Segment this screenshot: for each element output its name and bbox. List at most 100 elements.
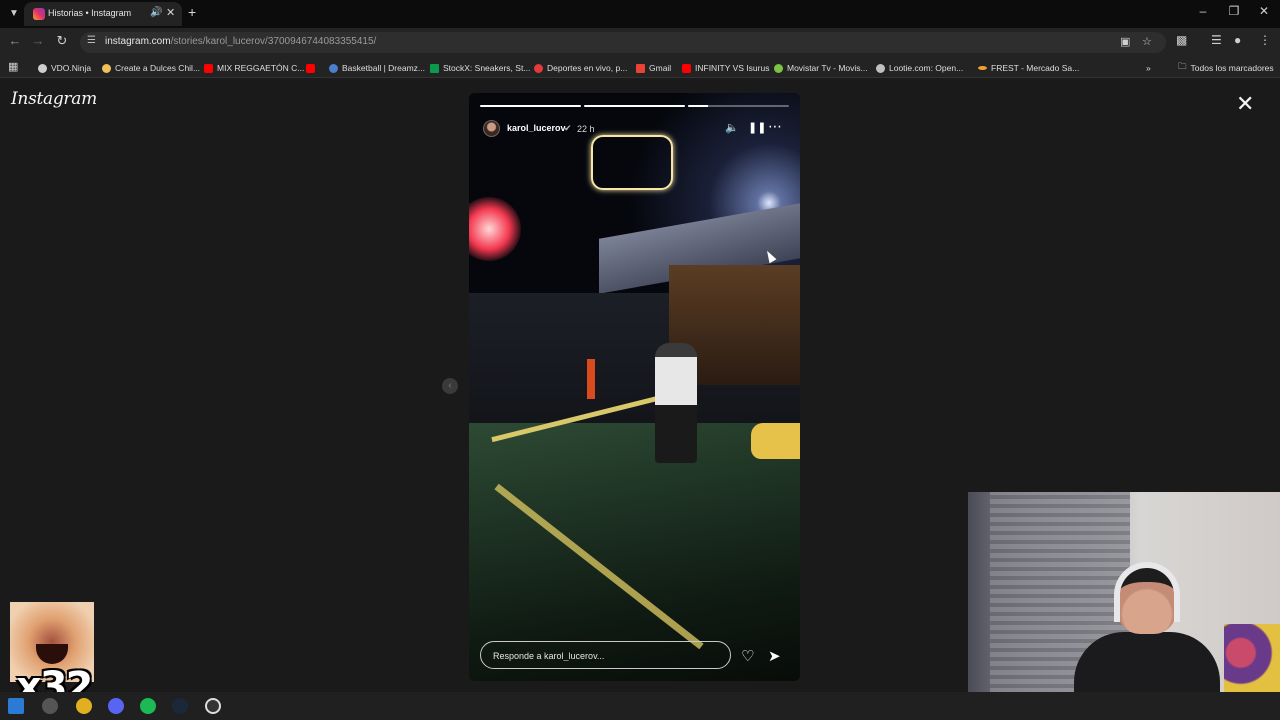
bookmark-infinity-isurus[interactable]: INFINITY VS Isurus — [682, 61, 769, 75]
browser-menu-icon[interactable]: ⋮ — [1259, 33, 1271, 47]
headset-icon — [1114, 562, 1180, 622]
bookmark-gmail[interactable]: Gmail — [636, 61, 671, 75]
gmail-icon — [636, 63, 645, 73]
bookmark-stockx[interactable]: StockX: Sneakers, St... — [430, 61, 530, 75]
extensions-puzzle-icon[interactable]: ▩ — [1176, 33, 1187, 47]
bookmark-label: StockX: Sneakers, St... — [443, 63, 531, 73]
media-controls-icon[interactable]: ☰ — [1211, 33, 1222, 47]
taskbar-app-icon[interactable] — [42, 698, 58, 714]
url-path: /stories/karol_lucerov/37009467440833554… — [170, 36, 377, 47]
bookmark-youtube[interactable] — [306, 61, 319, 75]
bookmark-frest[interactable]: FREST - Mercado Sa... — [978, 61, 1079, 75]
amazon-icon — [978, 66, 987, 70]
apps-grid-icon[interactable]: ▦ — [8, 60, 18, 73]
instagram-favicon-icon — [33, 8, 45, 20]
taskbar — [0, 692, 1280, 720]
story-username[interactable]: karol_lucerov — [507, 123, 566, 133]
bookmarks-bar: ▦ VDO.Ninja Create a Dulces Chil... MIX … — [0, 56, 1280, 78]
youtube-icon — [682, 63, 691, 73]
close-story-icon[interactable]: ✕ — [1236, 93, 1254, 115]
youtube-icon — [306, 63, 315, 73]
windows-start-icon[interactable] — [8, 698, 24, 714]
pause-icon[interactable]: ❚❚ — [748, 121, 766, 134]
forward-arrow-icon[interactable]: → — [29, 33, 47, 48]
bookmark-deportes[interactable]: Deportes en vivo, p... — [534, 61, 627, 75]
install-app-icon[interactable]: ▣ — [1120, 35, 1130, 48]
bookmark-label: MIX REGGAETÓN C... — [217, 63, 305, 73]
more-options-icon[interactable]: ⋯ — [768, 118, 782, 135]
all-bookmarks-folder[interactable]: 🗀 Todos los marcadores — [1178, 61, 1274, 75]
stockx-x-icon — [430, 63, 439, 73]
bookmark-label: Movistar Tv - Movis... — [787, 63, 868, 73]
site-info-icon[interactable]: ☰ — [87, 35, 96, 46]
volume-icon[interactable]: 🔈 — [725, 121, 739, 134]
star-icon — [534, 63, 543, 73]
bookmark-favicon-icon — [329, 63, 338, 73]
minimize-icon[interactable]: – — [1193, 4, 1213, 18]
progress-segment — [584, 105, 685, 107]
reply-input[interactable] — [493, 649, 713, 663]
bookmark-label: INFINITY VS Isurus — [695, 63, 770, 73]
bookmark-label: Lootie.com: Open... — [889, 63, 964, 73]
new-tab-plus-icon[interactable]: + — [188, 4, 196, 20]
bookmark-dulces-chil[interactable]: Create a Dulces Chil... — [102, 61, 200, 75]
address-bar[interactable]: ☰ instagram.com/stories/karol_lucerov/37… — [80, 32, 1166, 53]
story-frame[interactable]: karol_lucerov ✔ 22 h 🔈 ❚❚ ⋯ ♡ ➤ — [469, 93, 800, 681]
bookmark-favicon-icon — [774, 63, 783, 73]
bookmark-label: Todos los marcadores — [1190, 63, 1274, 73]
reply-box[interactable] — [480, 641, 731, 669]
chrome-icon[interactable] — [76, 698, 92, 714]
obs-icon[interactable] — [205, 698, 221, 714]
neon-sign — [591, 135, 673, 190]
bookmark-basketball-dreamz[interactable]: Basketball | Dreamz... — [329, 61, 425, 75]
folder-icon: 🗀 — [1178, 61, 1187, 71]
bookmark-vdo-ninja[interactable]: VDO.Ninja — [38, 61, 91, 75]
avatar[interactable] — [483, 120, 500, 137]
story-video — [469, 93, 800, 681]
bookmark-label: FREST - Mercado Sa... — [991, 63, 1080, 73]
bookmark-label: Deportes en vivo, p... — [547, 63, 628, 73]
progress-segment — [480, 105, 581, 107]
like-heart-icon[interactable]: ♡ — [741, 647, 754, 665]
restore-icon[interactable]: ❐ — [1224, 4, 1244, 18]
previous-story-chevron-icon[interactable]: ‹ — [442, 378, 458, 394]
spotify-icon[interactable] — [140, 698, 156, 714]
story-progress-bar — [480, 105, 789, 107]
tab-close-icon[interactable]: ✕ — [166, 6, 175, 19]
bookmark-lootie[interactable]: Lootie.com: Open... — [876, 61, 963, 75]
tab-title: Historias • Instagram — [48, 8, 132, 18]
bookmark-star-icon[interactable]: ☆ — [1142, 35, 1152, 48]
more-bookmarks-chevron-icon[interactable]: » — [1146, 61, 1151, 75]
bookmark-favicon-icon — [102, 63, 111, 73]
webcam-overlay — [968, 492, 1280, 720]
bookmark-movistar[interactable]: Movistar Tv - Movis... — [774, 61, 868, 75]
discord-icon[interactable] — [108, 698, 124, 714]
progress-segment — [688, 105, 789, 107]
share-send-icon[interactable]: ➤ — [768, 647, 781, 665]
profile-avatar-icon[interactable]: ● — [1234, 33, 1241, 47]
bookmark-label: Gmail — [649, 63, 672, 73]
story-header: karol_lucerov ✔ 22 h 🔈 ❚❚ ⋯ — [480, 118, 789, 139]
url-host: instagram.com — [105, 36, 171, 47]
bookmark-favicon-icon — [876, 63, 885, 73]
bookmark-label: Basketball | Dreamz... — [342, 63, 425, 73]
browser-toolbar: ← → ↻ ☰ instagram.com/stories/karol_luce… — [0, 28, 1280, 56]
story-age: 22 h — [577, 124, 595, 134]
verified-badge-icon: ✔ — [564, 123, 572, 133]
steam-icon[interactable] — [172, 698, 188, 714]
person-white-shirt — [655, 343, 697, 463]
bookmark-favicon-icon — [38, 63, 47, 73]
address-url[interactable]: instagram.com/stories/karol_lucerov/3700… — [105, 36, 376, 47]
tab-search-chevron-icon[interactable]: ▼ — [4, 4, 24, 24]
tab-strip: ▼ Historias • Instagram 🔊 ✕ + – ❐ ✕ — [0, 0, 1280, 28]
tab-audio-icon[interactable]: 🔊 — [150, 7, 162, 18]
tab-instagram-stories[interactable]: Historias • Instagram 🔊 ✕ — [24, 2, 182, 26]
bookmark-label: VDO.Ninja — [51, 63, 92, 73]
bookmark-label: Create a Dulces Chil... — [115, 63, 201, 73]
back-arrow-icon[interactable]: ← — [6, 33, 24, 48]
bookmark-mix-reggaeton[interactable]: MIX REGGAETÓN C... — [204, 61, 304, 75]
reload-icon[interactable]: ↻ — [53, 33, 71, 49]
youtube-icon — [204, 63, 213, 73]
instagram-logo[interactable]: Instagram — [11, 89, 97, 109]
window-close-icon[interactable]: ✕ — [1254, 4, 1274, 18]
